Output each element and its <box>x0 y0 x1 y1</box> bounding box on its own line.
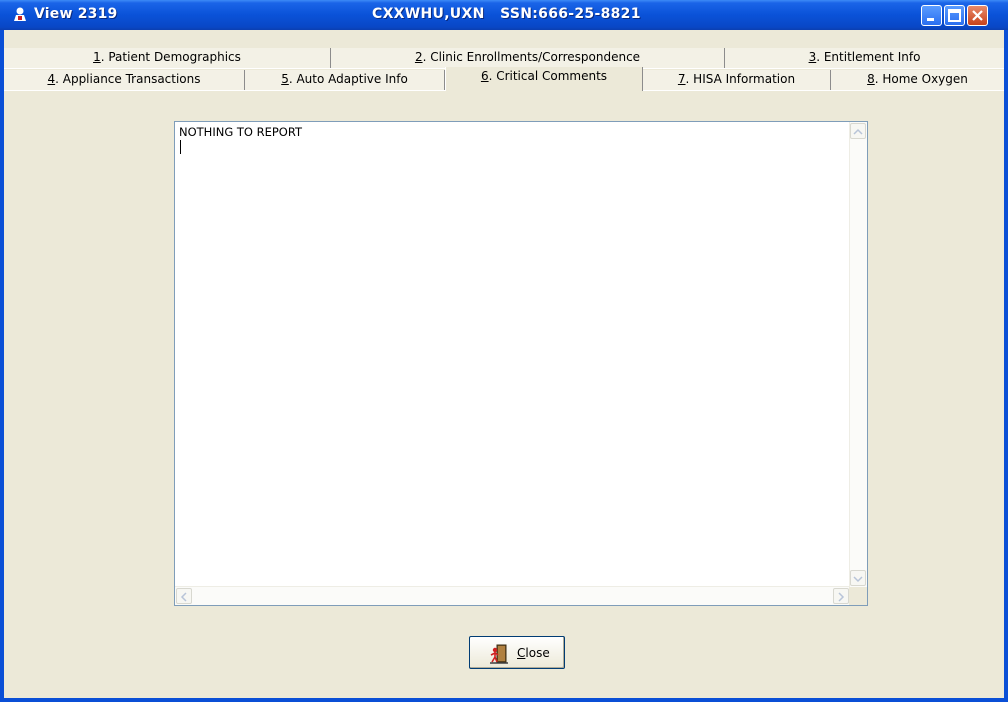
app-icon <box>12 6 28 22</box>
close-button[interactable]: Close <box>469 636 565 669</box>
scrollbar-corner <box>849 587 867 605</box>
scroll-left-button[interactable] <box>176 588 192 604</box>
tab-auto-adaptive-info[interactable]: 5. Auto Adaptive Info <box>245 70 445 90</box>
tab-number: 2 <box>414 50 423 64</box>
close-icon <box>972 10 983 21</box>
tab-clinic-enrollments[interactable]: 2. Clinic Enrollments/Correspondence <box>331 48 725 68</box>
close-label-rest: lose <box>525 646 550 660</box>
tab-number: 4 <box>47 72 56 86</box>
tab-patient-demographics[interactable]: 1. Patient Demographics <box>4 48 331 68</box>
chevron-right-icon <box>838 592 845 602</box>
minimize-icon <box>927 18 934 21</box>
patient-header: CXXWHU,UXN SSN:666-25-8821 <box>372 6 641 22</box>
tab-number: 7 <box>677 72 686 86</box>
tab-label: . Patient Demographics <box>100 50 241 64</box>
tab-label: . Clinic Enrollments/Correspondence <box>422 50 641 64</box>
tab-number: 5 <box>281 72 289 86</box>
chevron-left-icon <box>180 592 187 602</box>
tab-label: . HISA Information <box>685 72 796 86</box>
tab-label: . Entitlement Info <box>816 50 921 64</box>
maximize-button[interactable] <box>944 5 965 26</box>
scroll-right-button[interactable] <box>833 588 849 604</box>
title-bar[interactable]: View 2319 CXXWHU,UXN SSN:666-25-8821 <box>0 0 1008 30</box>
tab-number: 8 <box>867 72 875 86</box>
tab-label: . Appliance Transactions <box>55 72 201 86</box>
client-area: 1. Patient Demographics 2. Clinic Enroll… <box>4 30 1004 698</box>
minimize-button[interactable] <box>921 5 942 26</box>
tab-label: . Critical Comments <box>488 69 608 83</box>
tab-number: 1 <box>93 50 101 64</box>
tab-critical-comments[interactable]: 6. Critical Comments <box>445 67 643 91</box>
application-window: View 2319 CXXWHU,UXN SSN:666-25-8821 1. … <box>0 0 1008 702</box>
window-title: View 2319 <box>34 6 118 22</box>
tab-home-oxygen[interactable]: 8. Home Oxygen <box>831 70 1004 90</box>
tab-hisa-information[interactable]: 7. HISA Information <box>643 70 831 90</box>
critical-comments-textarea[interactable]: NOTHING TO REPORT <box>174 121 868 606</box>
text-caret <box>180 140 181 154</box>
scroll-up-button[interactable] <box>850 123 866 139</box>
tab-appliance-transactions[interactable]: 4. Appliance Transactions <box>4 70 245 90</box>
close-button-label: Close <box>517 646 550 660</box>
horizontal-scrollbar[interactable] <box>175 586 850 605</box>
comments-text: NOTHING TO REPORT <box>179 125 303 139</box>
tab-number: 6 <box>480 69 489 83</box>
chevron-up-icon <box>853 128 863 135</box>
vertical-scrollbar[interactable] <box>849 122 867 587</box>
close-window-button[interactable] <box>967 5 988 26</box>
tab-label: . Auto Adaptive Info <box>288 72 408 86</box>
maximize-icon <box>948 9 961 22</box>
chevron-down-icon <box>853 576 863 583</box>
tab-label: . Home Oxygen <box>874 72 968 86</box>
exit-door-icon <box>490 644 508 664</box>
scroll-down-button[interactable] <box>850 570 866 586</box>
tab-entitlement-info[interactable]: 3. Entitlement Info <box>725 48 1004 68</box>
